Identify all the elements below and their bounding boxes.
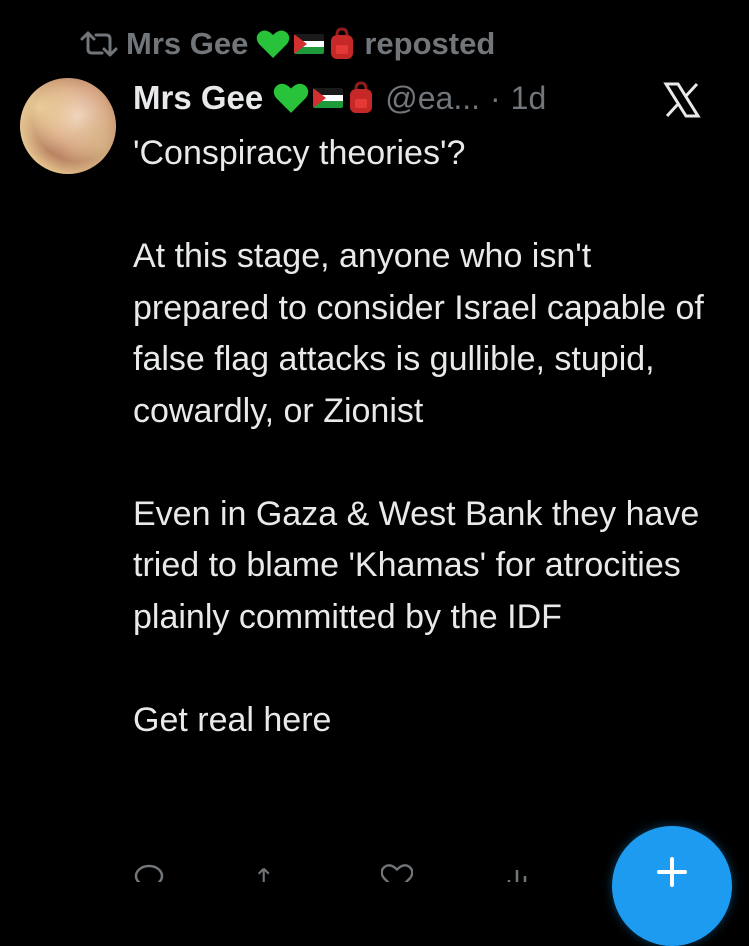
compose-button[interactable] [612,826,732,946]
display-name[interactable]: Mrs Gee [133,79,263,117]
repost-label: reposted [364,26,496,61]
plus-icon [657,857,687,887]
avatar[interactable] [20,78,116,174]
backpack-icon [350,81,373,113]
like-button[interactable] [381,862,413,882]
palestine-flag-icon [294,34,325,54]
timestamp[interactable]: 1d [511,80,547,117]
reply-button[interactable] [133,862,165,882]
backpack-icon [331,27,354,59]
repost-bar: Mrs Gee reposted [80,24,495,64]
separator: · [489,79,501,116]
tweet-text: 'Conspiracy theories'? At this stage, an… [133,134,704,739]
handle[interactable]: @ea... [385,80,480,117]
views-icon [507,870,527,882]
reply-icon [134,864,164,882]
tweet-header: Mrs Gee @ea... · 1d [133,76,546,120]
repost-user-name[interactable]: Mrs Gee [126,26,248,62]
action-bar [133,862,613,882]
palestine-flag-icon [313,88,344,108]
green-heart-icon [274,83,309,113]
repost-icon [80,29,118,59]
repost-emojis [256,27,356,61]
x-logo-icon [663,82,701,118]
repost-button[interactable] [257,862,289,882]
display-name-emojis [273,81,375,115]
green-heart-icon [257,30,290,58]
views-button[interactable] [505,862,537,882]
like-icon [381,864,413,882]
repost-icon [257,867,270,882]
